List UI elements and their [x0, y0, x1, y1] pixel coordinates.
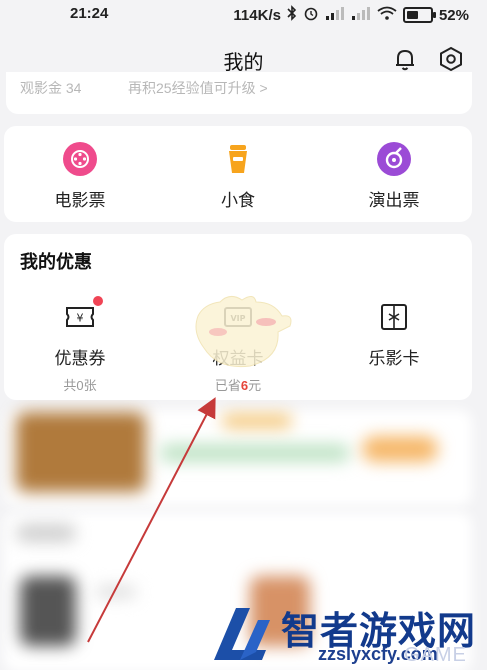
offer-label: 乐影卡 [368, 349, 420, 368]
alarm-icon [303, 5, 319, 25]
offer-label: 优惠券 [54, 349, 106, 368]
services-card: 电影票 小食 演出票 [4, 126, 472, 222]
watermark-tag: GAME [404, 644, 467, 666]
svg-text:¥: ¥ [77, 312, 84, 325]
signal-icon-2 [351, 6, 371, 24]
coupon-icon: ¥ [65, 296, 103, 332]
blurred-poster [20, 576, 76, 646]
network-speed: 114K/s [233, 6, 281, 24]
blurred-heading [16, 524, 76, 542]
wifi-icon [377, 6, 397, 24]
notification-dot [93, 296, 103, 306]
service-label: 演出票 [368, 191, 420, 210]
service-movie-ticket[interactable]: 电影票 [20, 142, 140, 211]
le-card-icon [379, 302, 409, 332]
offer-coupon[interactable]: ¥ 优惠券 共0张 [20, 296, 140, 394]
blurred-image [16, 412, 146, 492]
service-label: 小食 [221, 191, 255, 210]
movie-ticket-icon [63, 142, 97, 176]
blurred-tag [222, 414, 292, 428]
member-points: 观影金 34 [20, 80, 82, 96]
bluetooth-icon [287, 5, 297, 25]
battery-text: 52% [438, 6, 469, 24]
bell-icon[interactable] [392, 46, 418, 72]
status-time: 21:24 [70, 5, 109, 22]
saved-prefix: 已省 [214, 378, 241, 393]
watermark-logo-icon [214, 608, 270, 660]
service-snack[interactable]: 小食 [178, 142, 298, 211]
member-upgrade-hint[interactable]: 再积25经验值可升级 > [128, 78, 268, 98]
mascot-sticker [190, 292, 294, 376]
service-label: 电影票 [54, 191, 106, 210]
site-watermark: 智者游戏网 zzslyxcfy.com GAME [206, 600, 487, 670]
blurred-button [362, 436, 438, 462]
settings-icon[interactable] [438, 46, 464, 72]
battery-icon [402, 7, 436, 23]
member-card[interactable]: 观影金 34 再积25经验值可升级 > [6, 72, 472, 114]
blurred-caption [96, 586, 136, 598]
saved-suffix: 元 [248, 378, 262, 393]
offers-title: 我的优惠 [20, 252, 92, 272]
offer-sub: 已省6元 [178, 375, 298, 394]
offer-sub: 共0张 [63, 378, 97, 393]
show-ticket-icon [377, 142, 411, 176]
blurred-text [160, 444, 350, 462]
signal-icon [325, 6, 345, 24]
service-show-ticket[interactable]: 演出票 [334, 142, 454, 211]
status-bar: 21:24 114K/s 52% [0, 0, 487, 30]
snack-icon [221, 142, 255, 176]
status-icons: 114K/s 52% [233, 5, 469, 25]
offer-le-card[interactable]: 乐影卡 [334, 302, 454, 375]
